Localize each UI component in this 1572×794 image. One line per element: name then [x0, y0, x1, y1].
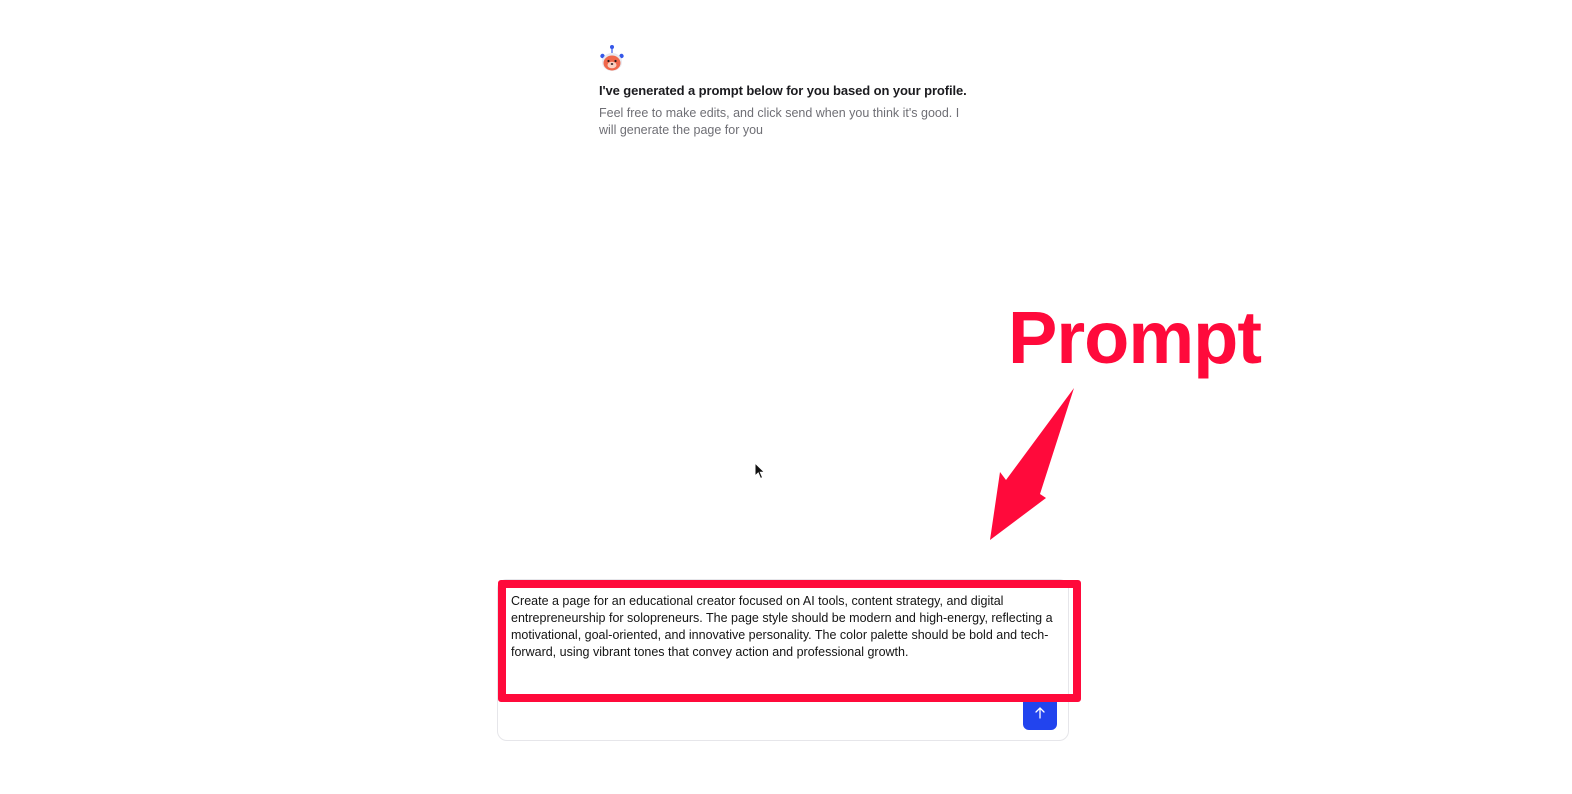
assistant-message-title: I've generated a prompt below for you ba… — [599, 83, 967, 98]
prompt-input[interactable]: Create a page for an educational creator… — [511, 593, 1059, 679]
assistant-message: I've generated a prompt below for you ba… — [599, 44, 969, 139]
prompt-composer: Create a page for an educational creator… — [497, 579, 1069, 741]
send-button[interactable] — [1023, 696, 1057, 730]
annotation-label: Prompt — [1008, 296, 1262, 379]
mouse-cursor-icon — [754, 462, 766, 480]
arrow-up-icon — [1035, 707, 1045, 719]
robot-bear-avatar-icon — [600, 45, 624, 71]
assistant-message-body: Feel free to make edits, and click send … — [599, 106, 960, 137]
page: I've generated a prompt below for you ba… — [0, 0, 1572, 794]
arrow-down-left-icon — [990, 388, 1074, 540]
